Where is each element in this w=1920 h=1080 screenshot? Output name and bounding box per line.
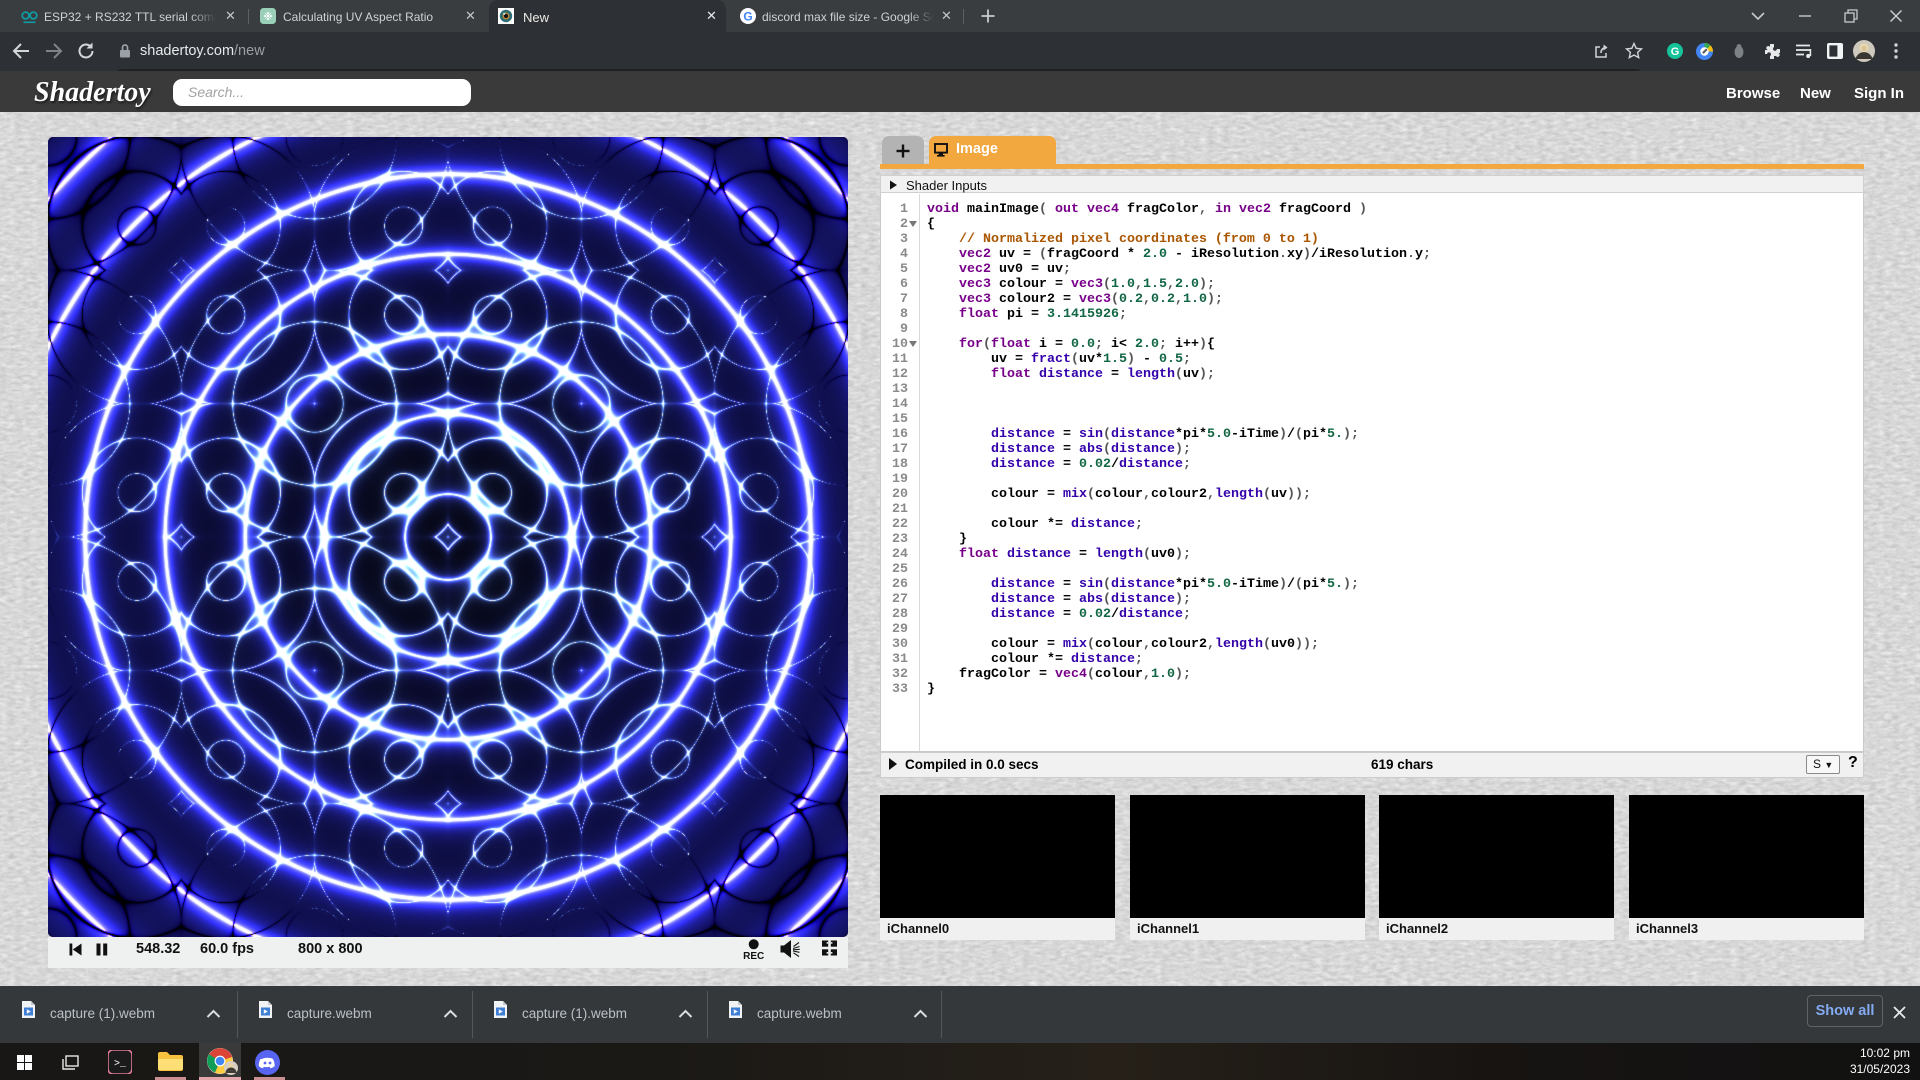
svg-text:>_: >_ [114,1059,127,1070]
svg-text:❉: ❉ [263,11,272,23]
svg-text:G: G [1671,46,1680,58]
svg-text:REC: REC [743,951,764,961]
svg-text:G: G [743,10,752,24]
